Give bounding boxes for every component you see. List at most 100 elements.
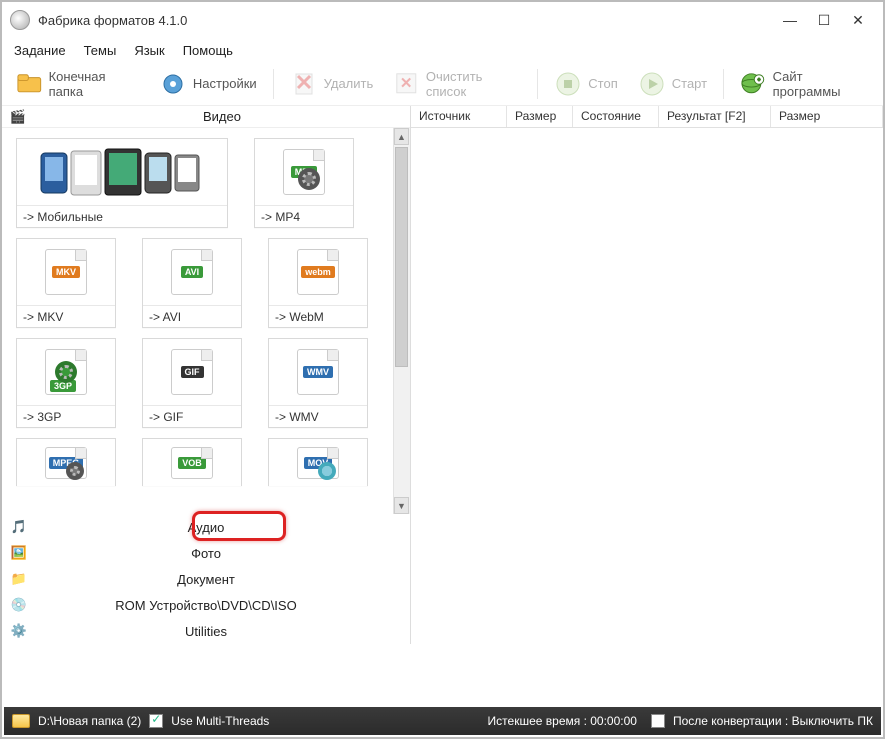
tile-wmv-label: -> WMV xyxy=(269,405,367,427)
start-button[interactable]: Старт xyxy=(630,66,715,102)
tile-3gp-label: -> 3GP xyxy=(17,405,115,427)
elapsed-time: Истекшее время : 00:00:00 xyxy=(488,714,637,728)
gear-icon xyxy=(159,70,187,98)
output-folder-label: Конечная папка xyxy=(49,69,139,99)
maximize-button[interactable]: ☐ xyxy=(807,7,841,33)
delete-button[interactable]: Удалить xyxy=(282,66,382,102)
vob-badge: VOB xyxy=(178,457,206,469)
category-audio[interactable]: 🎵 Аудио xyxy=(2,514,410,540)
stop-button[interactable]: Стоп xyxy=(546,66,625,102)
disc-icon: 💿 xyxy=(2,597,36,613)
delete-label: Удалить xyxy=(324,76,374,91)
tile-gif-label: -> GIF xyxy=(143,405,241,427)
photo-icon: 🖼️ xyxy=(2,545,36,561)
col-result[interactable]: Результат [F2] xyxy=(659,106,771,127)
clear-label: Очистить список xyxy=(426,69,522,99)
category-rom[interactable]: 💿 ROM Устройство\DVD\CD\ISO xyxy=(2,592,410,618)
col-size[interactable]: Размер xyxy=(507,106,573,127)
format-grid: -> Мобильные MP4 -> MP4 MKV -> MKV xyxy=(2,128,393,514)
right-panel: Источник Размер Состояние Результат [F2]… xyxy=(411,106,883,644)
category-photo-label: Фото xyxy=(36,546,410,561)
tile-mkv[interactable]: MKV -> MKV xyxy=(16,238,116,328)
tile-wmv[interactable]: WMV -> WMV xyxy=(268,338,368,428)
category-utilities[interactable]: ⚙️ Utilities xyxy=(2,618,410,644)
tile-avi[interactable]: AVI -> AVI xyxy=(142,238,242,328)
globe-icon xyxy=(740,70,767,98)
close-button[interactable]: ✕ xyxy=(841,7,875,33)
status-bar: D:\Новая папка (2) Use Multi-Threads Ист… xyxy=(4,707,881,735)
grid-scrollbar[interactable]: ▲ ▼ xyxy=(393,128,410,514)
scroll-thumb[interactable] xyxy=(395,147,408,367)
music-note-icon: 🎵 xyxy=(2,519,36,535)
menu-task[interactable]: Задание xyxy=(14,43,66,58)
queue-body xyxy=(411,128,883,644)
menu-themes[interactable]: Темы xyxy=(84,43,117,58)
category-document-label: Документ xyxy=(36,572,410,587)
clear-icon: ✕ xyxy=(393,70,420,98)
settings-button[interactable]: Настройки xyxy=(151,66,265,102)
minimize-button[interactable]: — xyxy=(773,7,807,33)
category-audio-label: Аудио xyxy=(36,520,410,535)
window-title: Фабрика форматов 4.1.0 xyxy=(38,13,187,28)
site-label: Сайт программы xyxy=(773,69,869,99)
col-state[interactable]: Состояние xyxy=(573,106,659,127)
menu-help[interactable]: Помощь xyxy=(183,43,233,58)
tile-webm[interactable]: webm -> WebM xyxy=(268,238,368,328)
wmv-badge: WMV xyxy=(303,366,333,378)
tile-mkv-label: -> MKV xyxy=(17,305,115,327)
document-icon: 📁 xyxy=(2,571,36,587)
queue-header: Источник Размер Состояние Результат [F2]… xyxy=(411,106,883,128)
stop-label: Стоп xyxy=(588,76,617,91)
toolbar: Конечная папка Настройки Удалить ✕ Очист… xyxy=(2,62,883,106)
multithreads-checkbox[interactable] xyxy=(149,714,163,728)
tile-mov[interactable]: MOV xyxy=(268,438,368,486)
category-photo[interactable]: 🖼️ Фото xyxy=(2,540,410,566)
category-rom-label: ROM Устройство\DVD\CD\ISO xyxy=(36,598,410,613)
scroll-down-button[interactable]: ▼ xyxy=(394,497,409,514)
tile-mpeg[interactable]: MPEG xyxy=(16,438,116,486)
output-folder-button[interactable]: Конечная папка xyxy=(8,65,147,103)
col-source[interactable]: Источник xyxy=(411,106,507,127)
tile-avi-label: -> AVI xyxy=(143,305,241,327)
play-icon xyxy=(638,70,666,98)
category-video-label: Видео xyxy=(34,109,410,124)
start-label: Старт xyxy=(672,76,707,91)
status-folder-icon[interactable] xyxy=(12,714,30,728)
mkv-badge: MKV xyxy=(52,266,80,278)
after-convert-checkbox[interactable] xyxy=(651,714,665,728)
tile-mobile-label: -> Мобильные xyxy=(17,205,227,227)
gif-badge: GIF xyxy=(181,366,204,378)
category-utilities-label: Utilities xyxy=(36,624,410,639)
webm-badge: webm xyxy=(301,266,335,278)
gear-small-icon: ⚙️ xyxy=(2,623,36,639)
avi-badge: AVI xyxy=(181,266,203,278)
app-icon xyxy=(10,10,30,30)
video-clapper-icon: 🎬 xyxy=(2,109,34,125)
output-path[interactable]: D:\Новая папка (2) xyxy=(38,714,141,728)
tile-mp4[interactable]: MP4 -> MP4 xyxy=(254,138,354,228)
after-convert-label: После конвертации : Выключить ПК xyxy=(673,714,873,728)
folder-icon xyxy=(16,70,43,98)
menu-bar: Задание Темы Язык Помощь xyxy=(2,38,883,62)
scroll-up-button[interactable]: ▲ xyxy=(394,128,409,145)
tile-3gp[interactable]: 3GP -> 3GP xyxy=(16,338,116,428)
tile-mobile[interactable]: -> Мобильные xyxy=(16,138,228,228)
site-button[interactable]: Сайт программы xyxy=(732,65,877,103)
category-list: 🎵 Аудио 🖼️ Фото 📁 Документ 💿 ROM Устройс… xyxy=(2,514,410,644)
mobile-devices-icon xyxy=(17,139,227,205)
tile-webm-label: -> WebM xyxy=(269,305,367,327)
tile-vob[interactable]: VOB xyxy=(142,438,242,486)
category-video-header[interactable]: 🎬 Видео xyxy=(2,106,410,128)
category-document[interactable]: 📁 Документ xyxy=(2,566,410,592)
multithreads-label: Use Multi-Threads xyxy=(171,714,269,728)
left-panel: 🎬 Видео xyxy=(2,106,411,644)
svg-text:✕: ✕ xyxy=(400,75,413,92)
stop-icon xyxy=(554,70,582,98)
tile-gif[interactable]: GIF -> GIF xyxy=(142,338,242,428)
menu-lang[interactable]: Язык xyxy=(134,43,164,58)
settings-label: Настройки xyxy=(193,76,257,91)
tile-mp4-label: -> MP4 xyxy=(255,205,353,227)
delete-icon xyxy=(290,70,318,98)
clear-list-button[interactable]: ✕ Очистить список xyxy=(385,65,529,103)
col-size2[interactable]: Размер xyxy=(771,106,883,127)
